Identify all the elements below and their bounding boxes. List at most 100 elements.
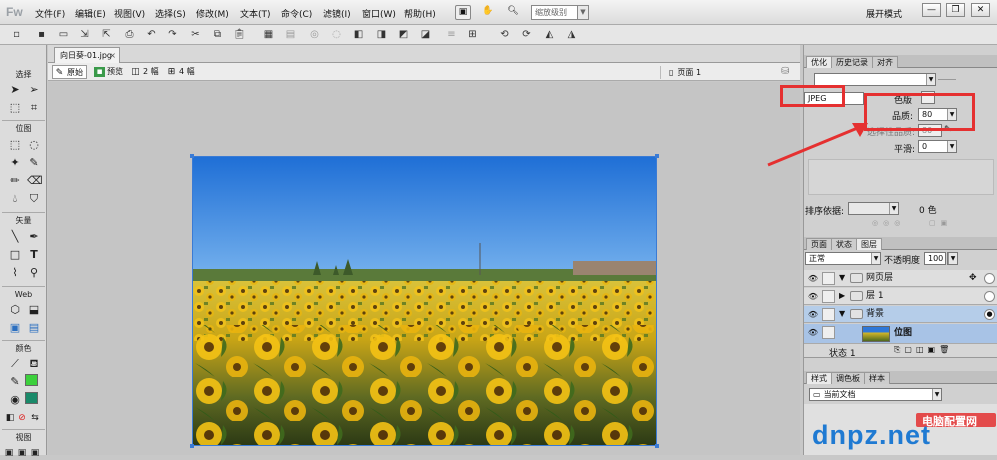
- distribute-icon[interactable]: ⊞: [466, 28, 479, 41]
- save-icon[interactable]: ▪: [35, 28, 48, 41]
- zoom-level-select[interactable]: 缩放级别 ▼: [531, 5, 589, 20]
- smoothing-select[interactable]: 0 ▼: [918, 140, 957, 153]
- paste-icon[interactable]: 📋︎: [233, 28, 246, 41]
- stroke-color-swatch[interactable]: [25, 374, 38, 386]
- cut-icon[interactable]: ✂: [189, 28, 202, 41]
- tab-align[interactable]: 对齐: [872, 56, 898, 68]
- blur-tool-icon[interactable]: 💧︎: [8, 192, 22, 206]
- menu-edit[interactable]: 编辑(E): [75, 7, 106, 20]
- eye-icon[interactable]: 👁︎: [807, 327, 819, 338]
- tab-layers[interactable]: 图层: [856, 238, 882, 250]
- selection-handle[interactable]: [190, 444, 194, 448]
- workspace-mode[interactable]: 展开模式: [866, 7, 902, 20]
- layer-target-icon[interactable]: [984, 291, 995, 302]
- magic-wand-tool-icon[interactable]: ✦: [8, 156, 22, 170]
- brush-tool-icon[interactable]: ✎: [27, 156, 41, 170]
- pencil-tool-icon[interactable]: ✏: [8, 174, 22, 188]
- stamp-tool-icon[interactable]: ⛉: [27, 192, 41, 206]
- color-table-trash-icon[interactable]: ▢▣: [929, 219, 952, 227]
- open-icon[interactable]: ▭: [57, 28, 70, 41]
- tab-swatches[interactable]: 样本: [864, 372, 890, 384]
- restore-button[interactable]: ❐: [946, 3, 965, 17]
- flip-vertical-icon[interactable]: ◮: [565, 28, 578, 41]
- slice-tool-icon[interactable]: ⬓: [27, 303, 41, 317]
- show-slices-icon[interactable]: ▤: [27, 321, 41, 335]
- layer-row-background[interactable]: 👁︎ ▼ 背景 ●: [804, 306, 997, 323]
- preview-view-button[interactable]: ▪ 预览: [93, 65, 123, 79]
- rotate-left-icon[interactable]: ⟲: [498, 28, 511, 41]
- sort-select[interactable]: ▼: [848, 202, 899, 215]
- undo-icon[interactable]: ↶: [145, 28, 158, 41]
- fullscreen-icon[interactable]: ▣: [28, 446, 42, 460]
- lasso-tool-icon[interactable]: ◌: [27, 138, 41, 152]
- ungroup-icon[interactable]: ▤: [284, 28, 297, 41]
- expand-icon[interactable]: ▶: [839, 291, 845, 300]
- bring-forward-icon[interactable]: ◨: [375, 28, 388, 41]
- layer-row-bitmap[interactable]: 👁︎ 位图: [804, 324, 997, 344]
- page-selector[interactable]: ▯ 页面 1: [660, 66, 825, 79]
- document-tab[interactable]: 向日葵-01.jpg ×: [54, 47, 120, 63]
- tab-styles[interactable]: 样式: [806, 372, 832, 384]
- layer-row-web[interactable]: 👁︎ ▼ 网页层 ✥: [804, 270, 997, 287]
- new-file-icon[interactable]: ▫: [10, 28, 23, 41]
- export-icon[interactable]: ⇱: [100, 28, 113, 41]
- two-up-view-button[interactable]: ◫ 2 幅: [129, 65, 158, 79]
- redo-icon[interactable]: ↷: [166, 28, 179, 41]
- lock-toggle[interactable]: [822, 326, 835, 339]
- sunflower-image[interactable]: [192, 156, 657, 446]
- scale-tool-icon[interactable]: ⬚: [8, 101, 22, 115]
- eye-icon[interactable]: 👁︎: [807, 309, 819, 320]
- fullscreen-menu-icon[interactable]: ▣: [15, 446, 29, 460]
- menu-file[interactable]: 文件(F): [35, 7, 65, 20]
- eraser-tool-icon[interactable]: ⌫: [27, 174, 43, 188]
- color-table-actions-icon[interactable]: ◎◎◎: [872, 219, 905, 227]
- layer-target-icon[interactable]: ●: [984, 309, 995, 320]
- menu-modify[interactable]: 修改(M): [196, 7, 229, 20]
- selection-handle[interactable]: [655, 444, 659, 448]
- swap-colors-icon[interactable]: ⇆: [28, 411, 42, 425]
- freeform-tool-icon[interactable]: ⌇: [8, 266, 22, 280]
- menu-view[interactable]: 视图(V): [114, 7, 145, 20]
- hotspot-tool-icon[interactable]: ⬡: [8, 303, 22, 317]
- menu-filter[interactable]: 滤镜(I): [323, 7, 351, 20]
- selection-handle[interactable]: [655, 154, 659, 158]
- opacity-input[interactable]: 100: [924, 252, 946, 265]
- layer-target-icon[interactable]: [984, 273, 995, 284]
- knife-tool-icon[interactable]: ⚲: [27, 266, 41, 280]
- no-color-icon[interactable]: ⊘: [15, 411, 29, 425]
- marquee-tool-icon[interactable]: ⬚: [8, 138, 22, 152]
- send-back-icon[interactable]: ◪: [419, 28, 432, 41]
- align-icon[interactable]: ≡: [445, 28, 458, 41]
- group-icon[interactable]: ▦: [262, 28, 275, 41]
- menu-command[interactable]: 命令(C): [281, 7, 312, 20]
- expand-icon[interactable]: ▼: [839, 273, 845, 282]
- menu-text[interactable]: 文本(T): [240, 7, 271, 20]
- close-button[interactable]: ✕: [971, 3, 990, 17]
- print-icon[interactable]: ⎙: [123, 28, 136, 41]
- bring-front-icon[interactable]: ◧: [352, 28, 365, 41]
- send-backward-icon[interactable]: ◩: [397, 28, 410, 41]
- menu-help[interactable]: 帮助(H): [404, 7, 436, 20]
- split-icon[interactable]: ◌: [330, 28, 343, 41]
- paint-bucket-tool-icon[interactable]: ⛾: [27, 357, 41, 371]
- line-tool-icon[interactable]: ╲: [8, 230, 22, 244]
- rotate-right-icon[interactable]: ⟳: [520, 28, 533, 41]
- selection-handle[interactable]: [190, 154, 194, 158]
- tab-pages[interactable]: 页面: [806, 238, 832, 250]
- pointer-tool-icon[interactable]: ➤: [8, 83, 22, 97]
- copy-icon[interactable]: ⧉: [211, 28, 224, 41]
- rectangle-tool-icon[interactable]: □: [8, 248, 22, 262]
- import-icon[interactable]: ⇲: [78, 28, 91, 41]
- menu-window[interactable]: 窗口(W): [362, 7, 396, 20]
- hide-slices-icon[interactable]: ▣: [8, 321, 22, 335]
- original-view-button[interactable]: ✎ 原始: [52, 65, 87, 79]
- layer-actions-icon[interactable]: ⎘▢◫▣🗑︎: [894, 345, 953, 355]
- minimize-button[interactable]: —: [922, 3, 941, 17]
- standard-screen-icon[interactable]: ▣: [2, 446, 16, 460]
- tab-optimize[interactable]: 优化: [806, 56, 832, 68]
- menu-select[interactable]: 选择(S): [155, 7, 186, 20]
- eye-icon[interactable]: 👁︎: [807, 291, 819, 302]
- fill-color-swatch[interactable]: [25, 392, 38, 404]
- pen-tool-icon[interactable]: ✒: [27, 230, 41, 244]
- four-up-view-button[interactable]: ⊞ 4 幅: [165, 65, 195, 79]
